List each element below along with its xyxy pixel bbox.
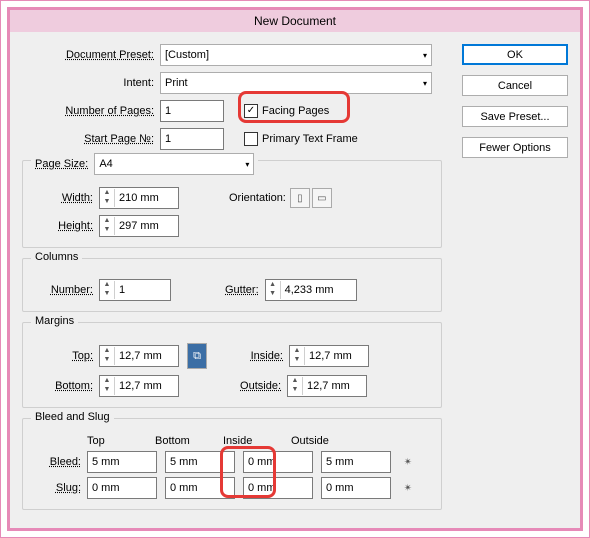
page-size-label: Page Size:	[35, 158, 88, 170]
margin-top-input[interactable]: ▲▼12,7 mm	[99, 345, 179, 367]
intent-select[interactable]: Print▾	[160, 72, 432, 94]
gutter-input[interactable]: ▲▼4,233 mm	[265, 279, 357, 301]
page-size-group: Page Size: A4▾ Width: ▲▼210 mm Orientati…	[22, 160, 442, 248]
width-input[interactable]: ▲▼210 mm	[99, 187, 179, 209]
dialog-button-column: OK Cancel Save Preset... Fewer Options	[462, 44, 568, 168]
save-preset-button[interactable]: Save Preset...	[462, 106, 568, 127]
bleed-slug-legend: Bleed and Slug	[31, 411, 114, 423]
page-size-select[interactable]: A4▾	[94, 153, 254, 175]
slug-label: Slug:	[56, 482, 81, 494]
bleed-bottom-input[interactable]: 5 mm	[165, 451, 235, 473]
bs-head-outside: Outside	[291, 435, 359, 447]
margin-bottom-label: Bottom:	[55, 380, 93, 392]
facing-pages-checkbox[interactable]: ✓Facing Pages	[244, 104, 329, 118]
bleed-outside-input[interactable]: 5 mm	[321, 451, 391, 473]
margin-bottom-input[interactable]: ▲▼12,7 mm	[99, 375, 179, 397]
bleed-label: Bleed:	[50, 456, 81, 468]
margin-inside-label: Inside:	[251, 350, 283, 362]
margin-outside-label: Outside:	[240, 380, 281, 392]
columns-number-input[interactable]: ▲▼1	[99, 279, 171, 301]
slug-link-icon[interactable]: ✴	[399, 479, 417, 497]
chevron-down-icon: ▾	[245, 160, 249, 169]
start-page-label: Start Page №:	[84, 133, 154, 145]
link-margins-icon[interactable]: ⧉	[187, 343, 207, 369]
bleed-top-input[interactable]: 5 mm	[87, 451, 157, 473]
document-preset-label: Document Preset:	[66, 49, 154, 61]
dialog-title: New Document	[10, 10, 580, 32]
columns-group: Columns Number: ▲▼1 Gutter: ▲▼4,233 mm	[22, 258, 442, 312]
columns-number-label: Number:	[51, 284, 93, 296]
width-label: Width:	[62, 192, 93, 204]
slug-top-input[interactable]: 0 mm	[87, 477, 157, 499]
chevron-down-icon: ▾	[423, 79, 427, 88]
primary-text-frame-checkbox[interactable]: Primary Text Frame	[244, 132, 358, 146]
slug-inside-input[interactable]: 0 mm	[243, 477, 313, 499]
bs-head-top: Top	[87, 435, 155, 447]
fewer-options-button[interactable]: Fewer Options	[462, 137, 568, 158]
intent-label: Intent:	[123, 77, 154, 89]
slug-outside-input[interactable]: 0 mm	[321, 477, 391, 499]
margins-group: Margins Top: ▲▼12,7 mm ⧉ Inside: ▲▼12,7 …	[22, 322, 442, 408]
margins-legend: Margins	[31, 315, 78, 327]
number-of-pages-input[interactable]: 1	[160, 100, 224, 122]
orientation-label: Orientation:	[229, 192, 286, 204]
height-input[interactable]: ▲▼297 mm	[99, 215, 179, 237]
start-page-input[interactable]: 1	[160, 128, 224, 150]
ok-button[interactable]: OK	[462, 44, 568, 65]
slug-bottom-input[interactable]: 0 mm	[165, 477, 235, 499]
number-of-pages-label: Number of Pages:	[65, 105, 154, 117]
margin-inside-input[interactable]: ▲▼12,7 mm	[289, 345, 369, 367]
bleed-inside-input[interactable]: 0 mm	[243, 451, 313, 473]
orientation-portrait-icon[interactable]: ▯	[290, 188, 310, 208]
gutter-label: Gutter:	[225, 284, 259, 296]
document-preset-select[interactable]: [Custom]▾	[160, 44, 432, 66]
cancel-button[interactable]: Cancel	[462, 75, 568, 96]
columns-legend: Columns	[31, 251, 82, 263]
bs-head-bottom: Bottom	[155, 435, 223, 447]
bleed-link-icon[interactable]: ✴	[399, 453, 417, 471]
margin-top-label: Top:	[72, 350, 93, 362]
margin-outside-input[interactable]: ▲▼12,7 mm	[287, 375, 367, 397]
orientation-landscape-icon[interactable]: ▭	[312, 188, 332, 208]
height-label: Height:	[58, 220, 93, 232]
bleed-slug-group: Bleed and Slug Top Bottom Inside Outside…	[22, 418, 442, 510]
bs-head-inside: Inside	[223, 435, 291, 447]
chevron-down-icon: ▾	[423, 51, 427, 60]
